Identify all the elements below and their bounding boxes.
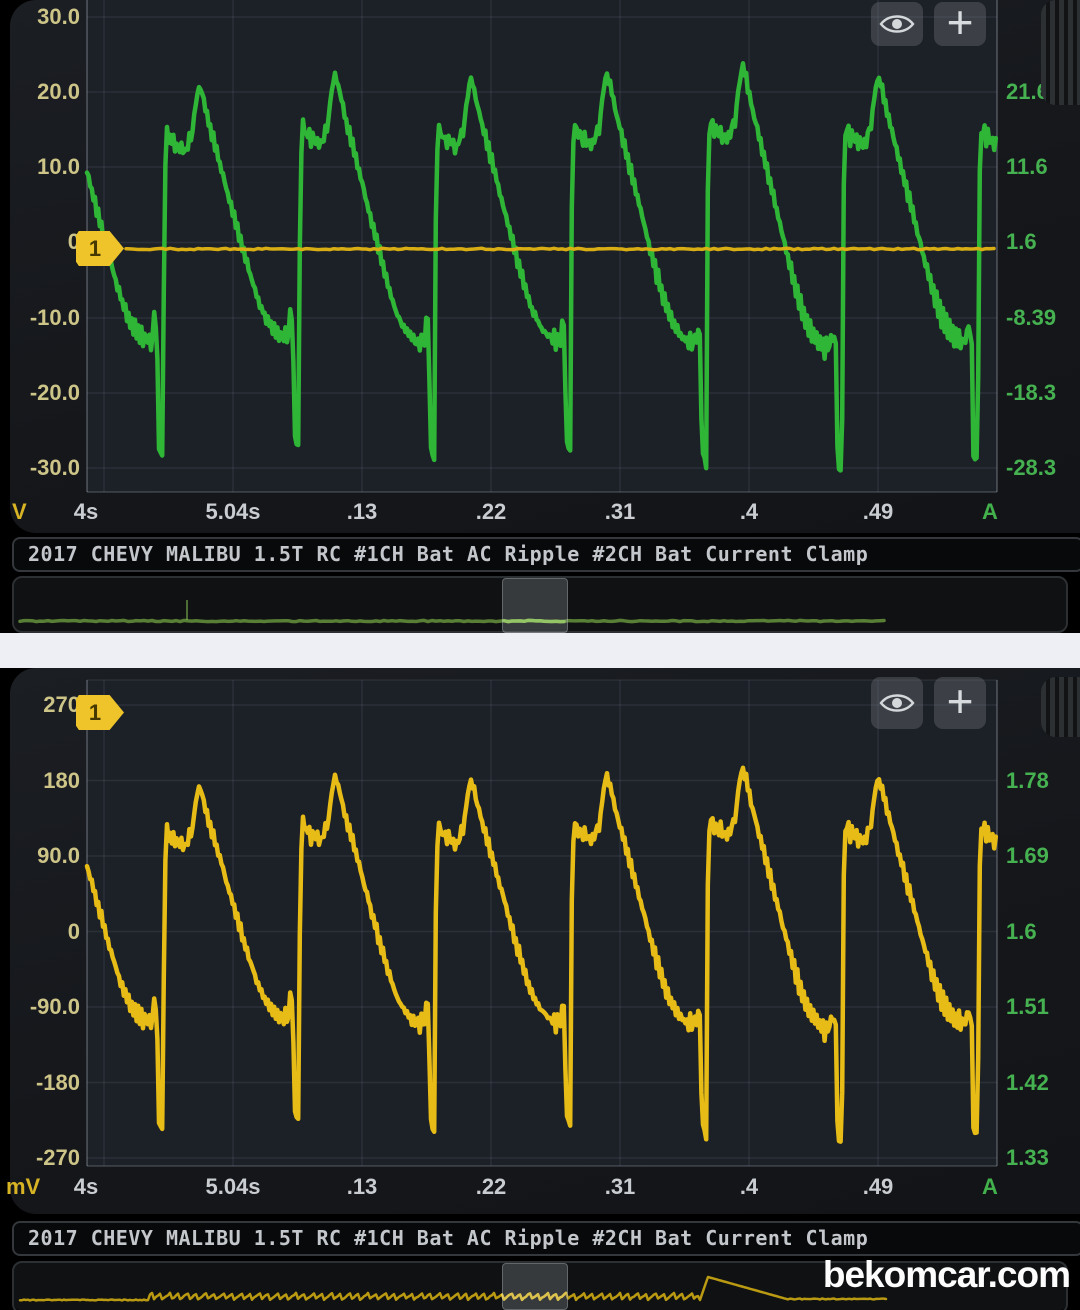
y-axis-tick: 180 (2, 768, 80, 794)
y2-axis-tick: 1.6 (1006, 229, 1076, 255)
watermark-text: bekomcar.com (790, 1254, 1070, 1296)
y-axis-tick: 0 (2, 919, 80, 945)
y-axis-tick: 0 (2, 229, 80, 255)
visibility-button[interactable] (871, 677, 923, 729)
y2-axis-tick: -18.3 (1006, 380, 1076, 406)
overview-viewport-handle[interactable] (502, 578, 568, 633)
eye-icon (879, 690, 915, 716)
panel-grip-handle[interactable] (1041, 677, 1080, 737)
add-channel-button[interactable]: + (934, 677, 986, 729)
y2-axis-tick: -28.3 (1006, 455, 1076, 481)
time-tick: .49 (823, 1174, 933, 1200)
scope-panel-top (10, 0, 1080, 533)
time-tick: .4 (694, 1174, 804, 1200)
y2-axis-tick: 1.42 (1006, 1070, 1076, 1096)
recording-title-bar: 2017 CHEVY MALIBU 1.5T RC #1CH Bat AC Ri… (12, 1221, 1080, 1256)
time-tick: .13 (307, 1174, 417, 1200)
time-tick: .49 (823, 499, 933, 525)
time-tick: .22 (436, 1174, 546, 1200)
time-tick: .31 (565, 499, 675, 525)
overview-viewport-handle[interactable] (502, 1263, 568, 1310)
y2-axis-tick: -8.39 (1006, 305, 1076, 331)
y2-axis-tick: 1.51 (1006, 994, 1076, 1020)
right-axis-unit: A (960, 1174, 1020, 1200)
y2-axis-tick: 1.69 (1006, 843, 1076, 869)
visibility-button[interactable] (871, 2, 923, 46)
y-axis-tick: 30.0 (2, 4, 80, 30)
time-tick: .22 (436, 499, 546, 525)
plus-icon: + (947, 2, 974, 42)
panel-divider (0, 633, 1080, 668)
plus-icon: + (947, 681, 974, 721)
y-axis-tick: 270 (2, 692, 80, 718)
y-axis-tick: -180 (2, 1070, 80, 1096)
y-axis-tick: 10.0 (2, 154, 80, 180)
y-axis-tick: -270 (2, 1145, 80, 1171)
y-axis-tick: 90.0 (2, 843, 80, 869)
time-tick: 4s (31, 1174, 141, 1200)
y2-axis-tick: 1.33 (1006, 1145, 1076, 1171)
scope-app: 30.0 20.0 10.0 0 -10.0 -20.0 -30.0 21.6 … (0, 0, 1080, 1310)
right-axis-unit: A (960, 499, 1020, 525)
y2-axis-tick: 1.78 (1006, 768, 1076, 794)
y2-axis-tick: 11.6 (1006, 154, 1076, 180)
add-channel-button[interactable]: + (934, 2, 986, 46)
recording-title-bar: 2017 CHEVY MALIBU 1.5T RC #1CH Bat AC Ri… (12, 537, 1080, 572)
y-axis-tick: -20.0 (2, 380, 80, 406)
y-axis-tick: 20.0 (2, 79, 80, 105)
time-tick: .31 (565, 1174, 675, 1200)
time-tick: .4 (694, 499, 804, 525)
time-tick: 4s (31, 499, 141, 525)
eye-icon (879, 11, 915, 37)
y-axis-tick: -10.0 (2, 305, 80, 331)
y2-axis-tick: 1.6 (1006, 919, 1076, 945)
time-tick: 5.04s (178, 1174, 288, 1200)
panel-grip-handle[interactable] (1041, 0, 1080, 105)
y-axis-tick: -90.0 (2, 994, 80, 1020)
time-tick: .13 (307, 499, 417, 525)
y-axis-tick: -30.0 (2, 455, 80, 481)
time-tick: 5.04s (178, 499, 288, 525)
scope-panel-bottom (10, 668, 1080, 1214)
